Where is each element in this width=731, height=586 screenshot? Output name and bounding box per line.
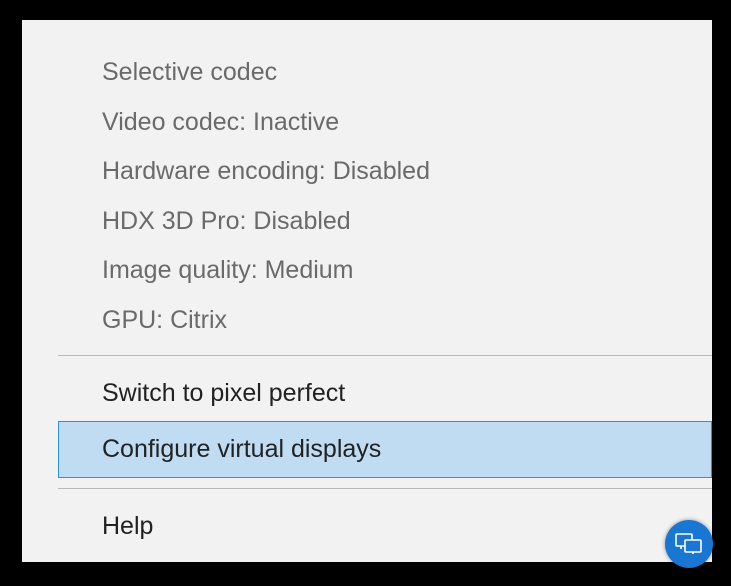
info-selective-codec: Selective codec — [58, 48, 712, 98]
info-hdx-3d-pro: HDX 3D Pro: Disabled — [58, 197, 712, 247]
hdx-tray-icon[interactable] — [665, 520, 713, 568]
menu-left-margin — [22, 20, 58, 562]
menu-item-configure-virtual-displays[interactable]: Configure virtual displays — [58, 421, 712, 478]
menu-content: Selective codec Video codec: Inactive Ha… — [58, 20, 712, 562]
menu-separator — [58, 488, 712, 489]
info-gpu: GPU: Citrix — [58, 296, 712, 346]
menu-item-help[interactable]: Help — [58, 499, 712, 554]
monitors-icon — [675, 533, 703, 555]
context-menu-panel: Selective codec Video codec: Inactive Ha… — [22, 20, 712, 562]
menu-separator — [58, 355, 712, 356]
info-image-quality: Image quality: Medium — [58, 246, 712, 296]
menu-item-pixel-perfect[interactable]: Switch to pixel perfect — [58, 366, 712, 421]
info-hardware-encoding: Hardware encoding: Disabled — [58, 147, 712, 197]
info-video-codec: Video codec: Inactive — [58, 98, 712, 148]
